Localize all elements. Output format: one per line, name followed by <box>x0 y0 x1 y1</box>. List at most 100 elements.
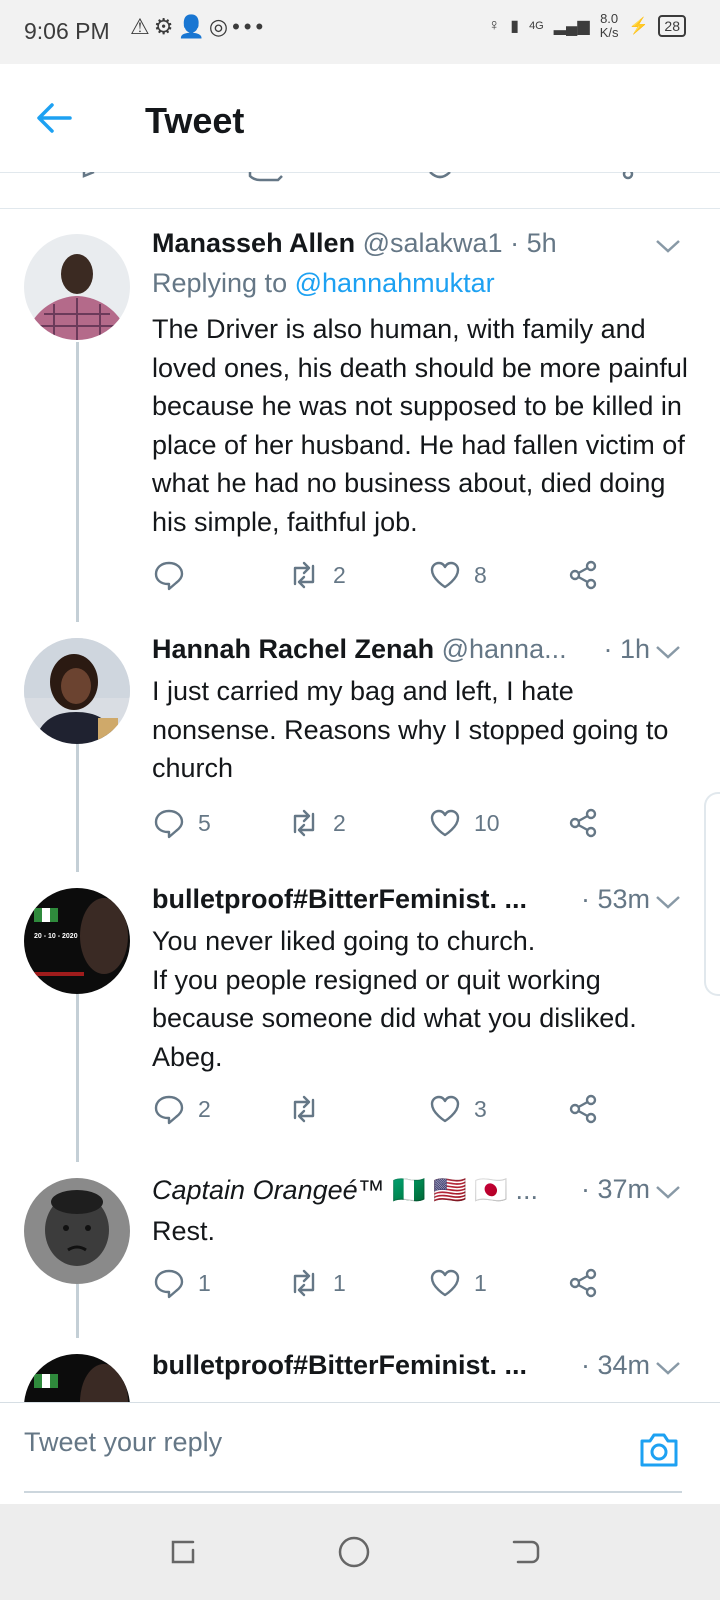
tweet-text: You never liked going to church. If you … <box>152 926 637 1072</box>
tweet-actions: 1 1 1 <box>152 1266 622 1302</box>
settings-icon: ⚙ <box>153 14 178 39</box>
share-icon <box>569 808 597 838</box>
reply-input[interactable] <box>24 1427 584 1458</box>
reply-button[interactable] <box>152 558 198 592</box>
vibrate-icon: ▮ <box>510 18 520 35</box>
thread-line <box>76 342 79 622</box>
heart-icon <box>430 1269 460 1297</box>
retweet-icon <box>293 1269 315 1297</box>
share-button[interactable] <box>566 806 600 840</box>
reply-input-underline <box>24 1491 682 1493</box>
reply-thread[interactable]: Manasseh Allen @salakwa1 · 5h Replying t… <box>0 212 720 1402</box>
reply-icon <box>154 1095 184 1125</box>
retweet-icon <box>293 1095 315 1123</box>
reply-count: 5 <box>198 809 211 836</box>
tweet-actions: 2 8 <box>152 558 622 594</box>
like-button[interactable]: 10 <box>428 806 500 840</box>
share-button[interactable] <box>566 1266 600 1300</box>
tweet-item[interactable]: bulletproof#BitterFeminist. ... · 34m <box>0 1338 720 1402</box>
share-button[interactable] <box>566 558 600 592</box>
author-name[interactable]: Captain Orangeé™ <box>152 1175 385 1205</box>
retweet-button[interactable] <box>287 1092 333 1126</box>
retweet-count: 2 <box>333 561 346 588</box>
tweet-item[interactable]: 20 - 10 - 2020 bulletproof#BitterFeminis… <box>0 872 720 1162</box>
status-right-icons: ♀ ▮ 4G ▂▄▆ 8.0 K/s ⚡ 28 <box>488 12 686 40</box>
retweet-count: 2 <box>333 809 346 836</box>
chevron-down-icon[interactable] <box>654 642 682 662</box>
recent-apps-icon[interactable] <box>165 1534 201 1570</box>
thread-line <box>76 1284 79 1338</box>
reply-button[interactable]: 5 <box>152 806 211 840</box>
author-handle[interactable]: @hanna... <box>442 634 567 664</box>
like-count: 10 <box>474 809 500 836</box>
back-arrow-icon[interactable] <box>32 96 76 140</box>
app-header: Tweet <box>0 64 720 173</box>
net-speed: 8.0 K/s <box>599 11 619 40</box>
author-name[interactable]: bulletproof#BitterFeminist. ... <box>152 884 527 914</box>
author-name[interactable]: Hannah Rachel Zenah <box>152 634 434 664</box>
author-handle[interactable]: @salakwa1 <box>363 228 503 258</box>
author-name[interactable]: Manasseh Allen <box>152 228 355 258</box>
tweet-time: · 37m <box>580 1174 650 1204</box>
status-notification-icons: ⚠⚙👤◎••• <box>130 14 267 40</box>
tweet-time: · 1h <box>603 634 650 664</box>
retweet-button[interactable]: 1 <box>287 1266 346 1300</box>
like-count: 3 <box>474 1095 487 1122</box>
tweet-time: · 34m <box>580 1350 650 1380</box>
reply-icon <box>154 1269 184 1299</box>
page-title: Tweet <box>145 100 245 141</box>
tweet-item[interactable]: Hannah Rachel Zenah @hanna... · 1h I jus… <box>0 622 720 872</box>
tweet-text: I just carried my bag and left, I hate n… <box>152 676 669 783</box>
tweet-header: Manasseh Allen @salakwa1 · 5h <box>152 228 660 259</box>
chevron-down-icon[interactable] <box>654 236 682 256</box>
avatar[interactable] <box>24 638 130 744</box>
thread-line <box>76 744 79 872</box>
author-name[interactable]: bulletproof#BitterFeminist. ... <box>152 1350 527 1380</box>
like-button[interactable]: 3 <box>428 1092 487 1126</box>
chevron-down-icon[interactable] <box>654 1358 682 1378</box>
alarm-icon: ♀ <box>488 17 501 34</box>
tweet-header: Hannah Rachel Zenah @hanna... <box>152 634 570 665</box>
share-icon <box>569 1268 597 1298</box>
author-flags: 🇳🇬 🇺🇸 🇯🇵 ... <box>392 1175 539 1205</box>
share-icon <box>569 1094 597 1124</box>
back-nav-icon[interactable] <box>508 1534 544 1570</box>
chevron-down-icon[interactable] <box>654 1182 682 1202</box>
more-icon: ••• <box>232 14 268 39</box>
heart-icon <box>430 1095 460 1123</box>
camera-icon[interactable] <box>638 1429 680 1469</box>
share-button[interactable] <box>566 1092 600 1126</box>
tweet-text: The Driver is also human, with family an… <box>152 314 688 537</box>
avatar[interactable] <box>24 1354 130 1402</box>
edge-panel-handle[interactable] <box>704 792 720 996</box>
add-user-icon: 👤 <box>177 14 209 39</box>
chevron-down-icon[interactable] <box>654 892 682 912</box>
share-icon <box>569 560 597 590</box>
retweet-button[interactable]: 2 <box>287 806 346 840</box>
retweet-count: 1 <box>333 1269 346 1296</box>
replying-to: Replying to @hannahmuktar <box>152 268 495 298</box>
avatar-date-text: 20 - 10 - 2020 <box>34 933 78 940</box>
avatar[interactable]: 20 - 10 - 2020 <box>24 888 130 994</box>
warning-icon: ⚠ <box>130 14 154 39</box>
reply-button[interactable]: 2 <box>152 1092 211 1126</box>
tweet-actions: 2 3 <box>152 1092 622 1128</box>
avatar[interactable] <box>24 234 130 340</box>
tweet-item[interactable]: Manasseh Allen @salakwa1 · 5h Replying t… <box>0 212 720 622</box>
retweet-button[interactable]: 2 <box>287 558 346 592</box>
like-button[interactable]: 8 <box>428 558 487 592</box>
heart-icon <box>430 561 460 589</box>
reply-icon <box>154 561 184 591</box>
mention-link[interactable]: @hannahmuktar <box>295 268 495 298</box>
reply-button[interactable]: 1 <box>152 1266 211 1300</box>
thread-line <box>76 994 79 1162</box>
like-count: 8 <box>474 561 487 588</box>
home-icon[interactable] <box>336 1534 372 1570</box>
status-time: 9:06 PM <box>24 18 110 44</box>
tweet-item[interactable]: Captain Orangeé™ 🇳🇬 🇺🇸 🇯🇵 ... · 37m Rest… <box>0 1162 720 1338</box>
tweet-text: Rest. <box>152 1216 216 1246</box>
avatar[interactable] <box>24 1178 130 1284</box>
reply-count: 1 <box>198 1269 211 1296</box>
reply-count: 2 <box>198 1095 211 1122</box>
like-button[interactable]: 1 <box>428 1266 487 1300</box>
